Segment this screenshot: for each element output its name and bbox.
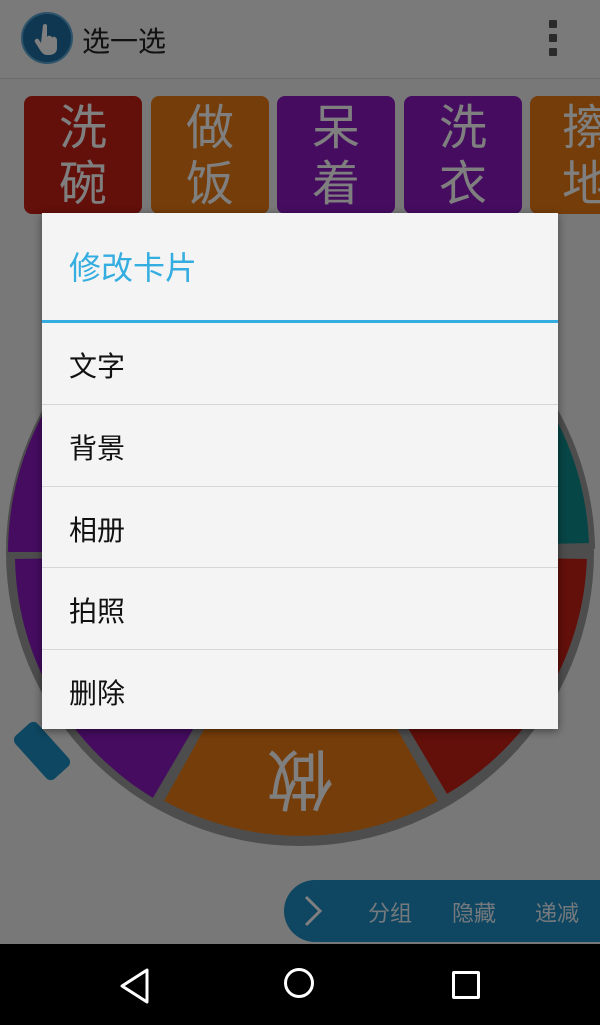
- menu-item-label: 背景: [69, 432, 126, 465]
- edit-card-dialog: 修改卡片 文字 背景 相册 拍照 删除: [42, 213, 558, 729]
- menu-item-album[interactable]: 相册: [42, 486, 558, 566]
- menu-item-text[interactable]: 文字: [42, 323, 558, 403]
- menu-item-label: 删除: [69, 677, 126, 710]
- menu-item-take-photo[interactable]: 拍照: [42, 567, 558, 647]
- recent-apps-icon[interactable]: [452, 971, 480, 999]
- app-screen: 选一选 洗 碗 做 饭 呆 着 洗 衣 擦 地 做 分组 隐藏: [0, 0, 600, 944]
- menu-item-background[interactable]: 背景: [42, 404, 558, 484]
- menu-item-delete[interactable]: 删除: [42, 649, 558, 729]
- home-icon[interactable]: [284, 968, 314, 998]
- menu-item-label: 拍照: [69, 595, 126, 628]
- menu-item-label: 相册: [69, 514, 126, 547]
- back-icon[interactable]: [117, 966, 151, 1006]
- dialog-title: 修改卡片: [69, 249, 198, 287]
- menu-item-label: 文字: [69, 350, 126, 383]
